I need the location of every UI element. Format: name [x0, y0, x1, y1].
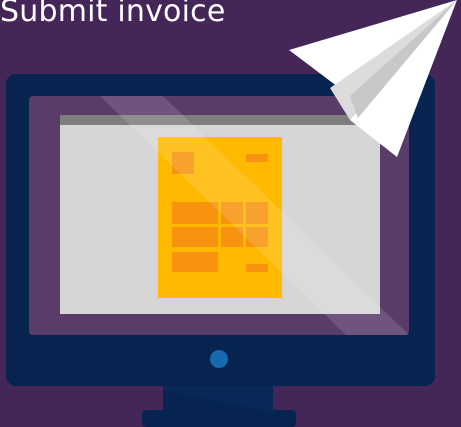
monitor-stand [142, 382, 296, 427]
invoice-total-line [246, 264, 268, 272]
power-button-icon [210, 350, 228, 368]
invoice-total-block [172, 252, 218, 272]
page-title: Submit invoice [0, 0, 226, 29]
monitor-base [142, 410, 296, 427]
invoice-cell [172, 202, 218, 224]
submit-invoice-tile[interactable]: Submit invoice [0, 0, 461, 427]
invoice-header-line [246, 154, 268, 162]
illustration [6, 0, 457, 427]
window-titlebar [60, 115, 380, 125]
invoice-cell [172, 227, 218, 247]
